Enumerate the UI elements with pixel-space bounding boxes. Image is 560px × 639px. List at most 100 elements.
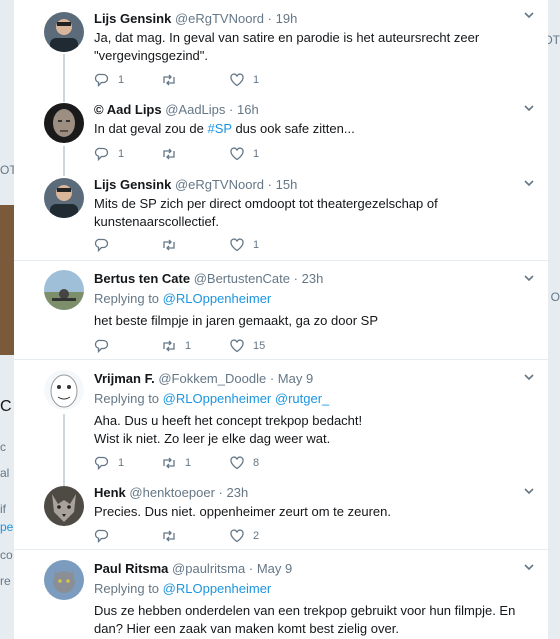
tweet-text: Aha. Dus u heeft het concept trekpop bed… — [94, 413, 363, 446]
display-name[interactable]: Vrijman F. — [94, 371, 155, 386]
mention-link[interactable]: @RLOppenheimer — [163, 581, 272, 596]
like-icon — [230, 73, 244, 87]
tweet-header: Lijs Gensink @eRgTVNoord · 19h — [94, 11, 298, 26]
reply-icon — [94, 456, 109, 471]
caret-down-icon[interactable] — [522, 560, 536, 574]
like-button[interactable]: 1 — [229, 236, 259, 254]
avatar[interactable] — [44, 178, 84, 218]
reply-icon — [94, 339, 109, 354]
timestamp[interactable]: 16h — [237, 102, 259, 117]
timestamp[interactable]: 23h — [227, 485, 249, 500]
reply-icon — [94, 529, 109, 544]
reply-icon — [94, 147, 109, 162]
mention-link[interactable]: @RLOppenheimer — [163, 291, 272, 306]
replying-to: Replying to @RLOppenheimer @rutger_ — [94, 391, 330, 406]
like-icon — [230, 529, 244, 543]
reply-button[interactable] — [94, 236, 118, 254]
avatar[interactable] — [44, 560, 84, 600]
tweet[interactable]: © Aad Lips @AadLips · 16h In dat geval z… — [14, 97, 548, 173]
caret-down-icon[interactable] — [522, 176, 536, 190]
reply-button[interactable]: 1 — [94, 145, 124, 163]
tweet-text: In dat geval zou de #SP dus ook safe zit… — [94, 121, 355, 136]
tweet-header: Henk @henktoepoer · 23h — [94, 485, 249, 500]
handle[interactable]: @eRgTVNoord — [175, 177, 264, 192]
reply-count: 1 — [118, 148, 125, 160]
handle[interactable]: @henktoepoer — [129, 485, 214, 500]
like-count: 1 — [253, 148, 260, 160]
avatar[interactable] — [44, 486, 84, 526]
display-name[interactable]: Paul Ritsma — [94, 561, 168, 576]
handle[interactable]: @AadLips — [165, 102, 225, 117]
background-text: al — [0, 466, 10, 480]
display-name[interactable]: © Aad Lips — [94, 102, 162, 117]
timestamp[interactable]: 19h — [276, 11, 298, 26]
tweet-header: Lijs Gensink @eRgTVNoord · 15h — [94, 177, 298, 192]
avatar[interactable] — [44, 270, 84, 310]
reply-button[interactable] — [94, 337, 118, 355]
retweet-button[interactable] — [161, 145, 185, 163]
retweet-button[interactable] — [161, 71, 185, 89]
tweet-text: Dus ze hebben onderdelen van een trekpop… — [94, 603, 516, 636]
replying-to: Replying to @RLOppenheimer — [94, 291, 272, 306]
like-icon — [230, 339, 244, 353]
retweet-button[interactable] — [161, 236, 185, 254]
tweet-header: Vrijman F. @Fokkem_Doodle · May 9 — [94, 371, 314, 386]
timestamp[interactable]: May 9 — [257, 561, 292, 576]
caret-down-icon[interactable] — [522, 271, 536, 285]
tweet-header: Paul Ritsma @paulritsma · May 9 — [94, 561, 293, 576]
handle[interactable]: @Fokkem_Doodle — [158, 371, 266, 386]
caret-down-icon[interactable] — [522, 101, 536, 115]
handle[interactable]: @eRgTVNoord — [175, 11, 264, 26]
handle[interactable]: @BertustenCate — [194, 271, 290, 286]
timestamp[interactable]: 15h — [276, 177, 298, 192]
reply-button[interactable]: 1 — [94, 454, 124, 472]
like-count: 8 — [253, 457, 260, 469]
display-name[interactable]: Lijs Gensink — [94, 177, 171, 192]
display-name[interactable]: Lijs Gensink — [94, 11, 171, 26]
reply-icon — [94, 238, 109, 253]
reply-button[interactable]: 1 — [94, 71, 124, 89]
tweet[interactable]: Vrijman F. @Fokkem_Doodle · May 9 Replyi… — [14, 360, 548, 478]
tweet[interactable]: Bertus ten Cate @BertustenCate · 23h Rep… — [14, 261, 548, 360]
tweet-header: Bertus ten Cate @BertustenCate · 23h — [94, 271, 324, 286]
background-text: O — [550, 290, 560, 304]
like-icon — [230, 147, 244, 161]
tweet[interactable]: Lijs Gensink @eRgTVNoord · 15h Mits de S… — [14, 173, 548, 261]
like-button[interactable]: 1 — [229, 71, 259, 89]
like-count: 1 — [253, 74, 260, 86]
retweet-button[interactable]: 1 — [161, 454, 191, 472]
background-text: co — [0, 548, 13, 562]
avatar[interactable] — [44, 103, 84, 143]
retweet-icon — [163, 530, 175, 542]
background-text: re — [0, 574, 11, 588]
retweet-icon — [163, 340, 175, 352]
timestamp[interactable]: May 9 — [278, 371, 313, 386]
retweet-count: 1 — [185, 457, 192, 469]
tweet[interactable]: Paul Ritsma @paulritsma · May 9 Replying… — [14, 550, 548, 639]
display-name[interactable]: Henk — [94, 485, 126, 500]
replying-to: Replying to @RLOppenheimer — [94, 581, 272, 596]
like-button[interactable]: 1 — [229, 145, 259, 163]
timestamp[interactable]: 23h — [302, 271, 324, 286]
retweet-icon — [163, 148, 175, 160]
caret-down-icon[interactable] — [522, 484, 536, 498]
like-button[interactable]: 2 — [229, 527, 259, 545]
like-button[interactable]: 8 — [229, 454, 259, 472]
mention-link[interactable]: @RLOppenheimer @rutger_ — [163, 391, 330, 406]
caret-down-icon[interactable] — [522, 370, 536, 384]
tweet[interactable]: Lijs Gensink @eRgTVNoord · 19h Ja, dat m… — [14, 0, 548, 97]
background-image — [0, 205, 14, 355]
like-button[interactable]: 15 — [229, 337, 265, 355]
display-name[interactable]: Bertus ten Cate — [94, 271, 190, 286]
tweet[interactable]: Henk @henktoepoer · 23h Precies. Dus nie… — [14, 478, 548, 550]
avatar[interactable] — [44, 12, 84, 52]
reply-button[interactable] — [94, 527, 118, 545]
caret-down-icon[interactable] — [522, 8, 536, 22]
tweet-text: Ja, dat mag. In geval van satire en paro… — [94, 30, 480, 63]
avatar[interactable] — [44, 370, 84, 410]
retweet-button[interactable] — [161, 527, 185, 545]
hashtag-link[interactable]: #SP — [207, 121, 231, 136]
retweet-button[interactable]: 1 — [161, 337, 191, 355]
like-count: 15 — [253, 340, 266, 352]
handle[interactable]: @paulritsma — [172, 561, 245, 576]
